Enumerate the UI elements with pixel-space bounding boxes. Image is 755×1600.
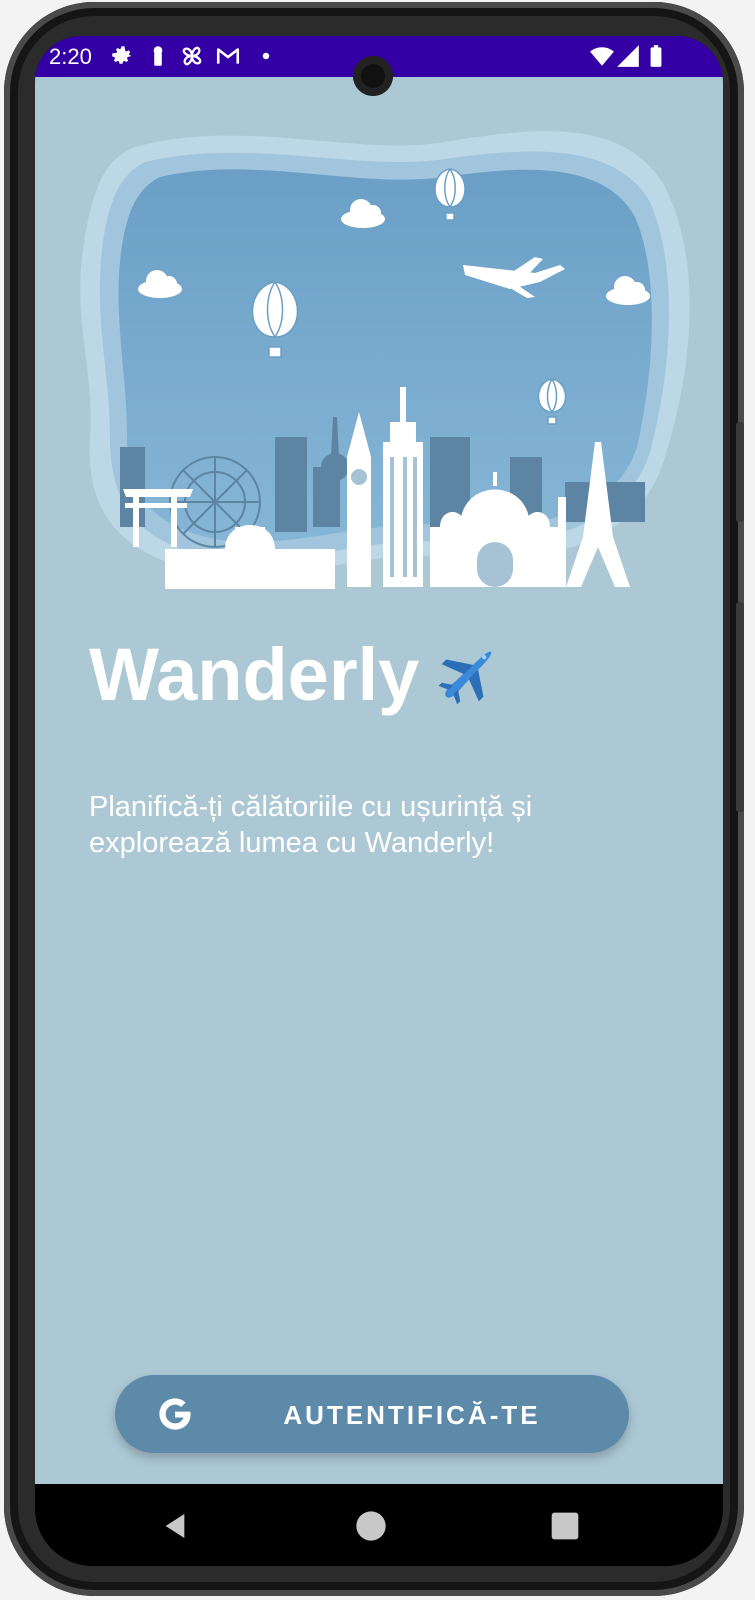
signal-icon [617,45,639,67]
front-camera [353,56,393,96]
city-skyline-illustration [80,131,690,589]
phone-screen: 2:20 Wanderly Planifică-ți călătoriile c… [35,36,723,1566]
battery-icon [650,45,662,67]
dot-icon [262,52,270,60]
power-button [736,602,744,812]
app-subtitle: Planifică-ți călătoriile cu ușurință și … [89,791,533,859]
wifi-icon [590,47,614,66]
phone-frame: 2:20 Wanderly Planifică-ți călătoriile c… [4,2,744,1596]
google-icon [159,1398,191,1430]
volume-button [736,422,744,522]
login-button-label: AUTENTIFICĂ-TE [283,1400,541,1430]
back-icon[interactable] [159,1510,191,1542]
app-screen: Wanderly Planifică-ți călătoriile cu ușu… [35,77,723,1484]
airplane-icon [438,651,492,704]
status-time: 2:20 [49,44,92,69]
home-icon[interactable] [355,1510,387,1542]
settings-icon [112,46,132,64]
google-login-button[interactable]: AUTENTIFICĂ-TE [115,1375,629,1453]
app-title-text: Wanderly [89,633,420,716]
app-title: Wanderly [89,632,503,717]
navigation-bar [35,1484,723,1566]
pinwheel-icon [182,46,202,66]
keyhole-icon [153,46,163,66]
recents-icon[interactable] [549,1510,581,1542]
gmail-icon [216,48,240,64]
